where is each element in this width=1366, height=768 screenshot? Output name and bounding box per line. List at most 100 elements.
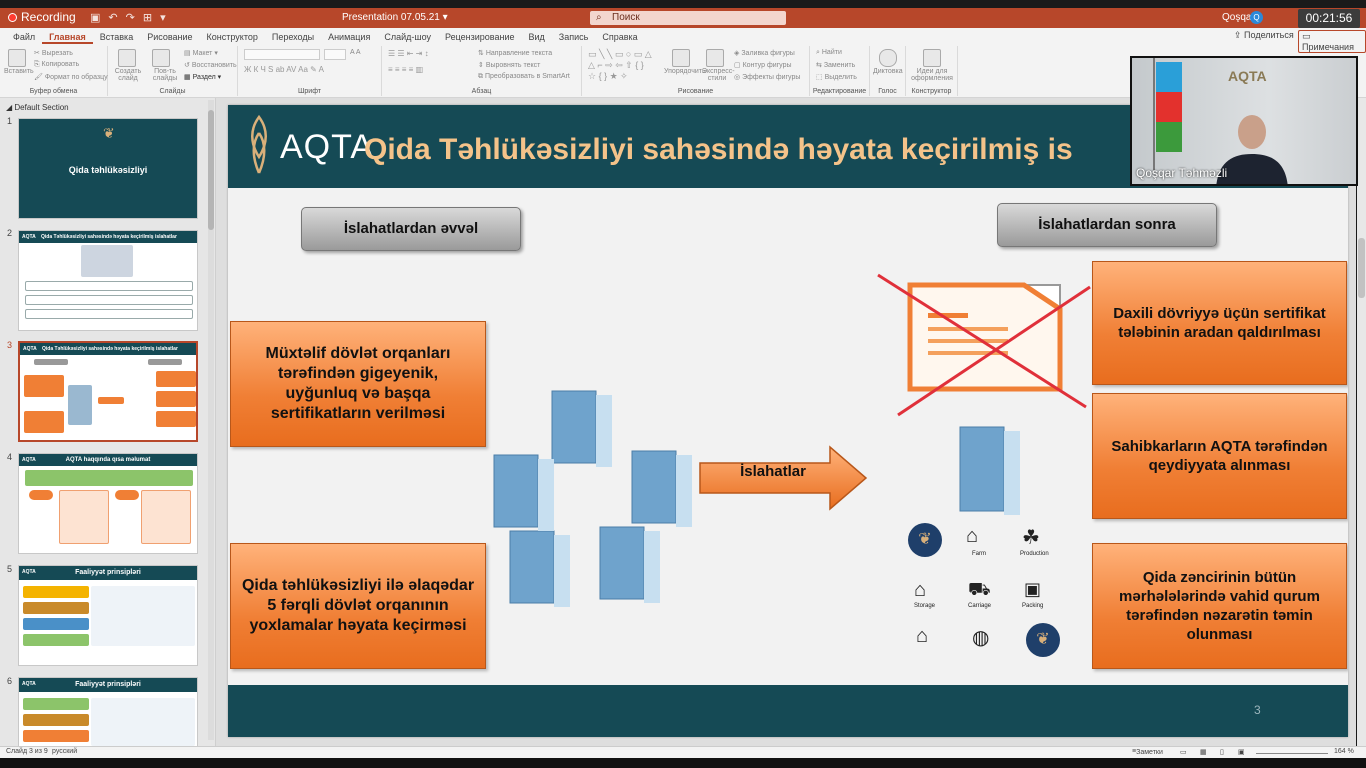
before-box-inspections[interactable]: Qida təhlükəsizliyi ilə əlaqədar 5 fərql… xyxy=(230,543,486,669)
notes-toggle[interactable]: ≡ Заметки xyxy=(1132,748,1163,756)
shape-effects-button[interactable]: ◎ Эффекты фигуры xyxy=(734,73,800,81)
text-direction-button[interactable]: ⇅ Направление текста xyxy=(478,49,552,57)
slide-thumbnail-3[interactable]: Qida Təhlükəsizliyi sahəsində həyata keç… xyxy=(18,341,198,442)
slide-title[interactable]: Qida Təhlükəsizliyi sahəsində həyata keç… xyxy=(364,133,1073,167)
slide-thumbnail-6[interactable]: Faaliyyət prinsipləri AQTA xyxy=(18,677,198,746)
after-reforms-label[interactable]: İslahatlardan sonra xyxy=(997,203,1217,247)
share-button[interactable]: ⇪ Поделиться xyxy=(1234,30,1294,41)
thumb-number: 3 xyxy=(7,340,13,350)
zoom-level[interactable]: 164 % xyxy=(1334,748,1354,755)
quick-access-toolbar: ▣ ↶ ↷ ⊞ ▾ xyxy=(90,11,166,24)
after-box-certificate-removal[interactable]: Daxili dövriyyə üçün sertifikat tələbini… xyxy=(1092,261,1347,385)
before-reforms-label[interactable]: İslahatlardan əvvəl xyxy=(301,207,521,251)
canvas-scrollbar[interactable] xyxy=(1357,98,1366,746)
aqta-logo: AQTA xyxy=(246,113,374,181)
avatar[interactable]: Q xyxy=(1250,11,1263,24)
undo-icon[interactable]: ↶ xyxy=(108,11,117,24)
slide-thumbnail-2[interactable]: Qida Təhlükəsizliyi sahəsində həyata keç… xyxy=(18,230,198,331)
thumb-text-block xyxy=(91,586,195,646)
aqta-circle-icon: ❦ xyxy=(908,523,942,557)
tab-draw[interactable]: Рисование xyxy=(140,30,199,44)
present-icon[interactable]: ⊞ xyxy=(143,11,152,24)
design-ideas-icon[interactable] xyxy=(923,49,941,67)
font-name-select[interactable] xyxy=(244,49,320,60)
save-icon[interactable]: ▣ xyxy=(90,11,100,24)
section-button[interactable]: ▦ Раздел ▾ xyxy=(184,73,221,81)
align-text-button[interactable]: ⇕ Выровнять текст xyxy=(478,61,540,69)
slide-thumbnail-1[interactable]: ❦ Qida təhlükəsizliyi xyxy=(18,118,198,219)
reuse-slides-button[interactable]: Пов-ть слайды xyxy=(148,68,182,82)
font-size-select[interactable] xyxy=(324,49,346,60)
thumb-row xyxy=(23,618,89,630)
section-header[interactable]: ◢ Default Section xyxy=(6,103,69,112)
normal-view-icon[interactable]: ▭ xyxy=(1180,748,1187,756)
thumb-text-row xyxy=(25,281,193,291)
tab-slideshow[interactable]: Слайд-шоу xyxy=(377,30,438,44)
layout-button[interactable]: ▤ Макет ▾ xyxy=(184,49,218,57)
tab-help[interactable]: Справка xyxy=(595,30,644,44)
arrange-button[interactable]: Упорядочить xyxy=(664,68,706,75)
language-indicator[interactable]: русский xyxy=(52,748,77,755)
slide-thumbnail-4[interactable]: AQTA haqqında qısa məlumat AQTA xyxy=(18,453,198,554)
search-input[interactable]: ⌕ Поиск xyxy=(590,11,786,25)
zoom-slider[interactable] xyxy=(1256,753,1328,754)
copy-button[interactable]: ⎘ Копировать xyxy=(34,61,79,69)
paste-button[interactable]: Вставить xyxy=(4,68,34,75)
tab-insert[interactable]: Вставка xyxy=(93,30,140,44)
reforms-arrow[interactable]: İslahatlar xyxy=(698,445,868,511)
slide[interactable]: AQTA Qida Təhlükəsizliyi sahəsində həyat… xyxy=(228,105,1348,737)
shape-outline-button[interactable]: ▢ Контур фигуры xyxy=(734,61,792,69)
tab-transitions[interactable]: Переходы xyxy=(265,30,321,44)
paste-icon[interactable] xyxy=(8,49,26,67)
tab-animations[interactable]: Анимация xyxy=(321,30,377,44)
replace-button[interactable]: ⇆ Заменить xyxy=(816,61,855,69)
tab-design[interactable]: Конструктор xyxy=(200,30,265,44)
dictate-button[interactable]: Диктовка xyxy=(873,68,903,75)
scrollbar-thumb[interactable] xyxy=(1358,238,1365,298)
tab-file[interactable]: Файл xyxy=(6,30,42,44)
thumb-arrow xyxy=(98,397,124,404)
presenter-video: AQTA Qoşqar Təhməzli xyxy=(1130,56,1358,186)
before-box-certificates[interactable]: Müxtəlif dövlət orqanları tərəfindən gig… xyxy=(230,321,486,447)
cut-button[interactable]: ✂ Вырезать xyxy=(34,49,73,57)
reading-view-icon[interactable]: ▯ xyxy=(1220,748,1224,756)
after-box-registration[interactable]: Sahibkarların AQTA tərəfindən qeydiyyata… xyxy=(1092,393,1347,519)
tab-review[interactable]: Рецензирование xyxy=(438,30,522,44)
scrollbar-thumb[interactable] xyxy=(208,110,214,230)
customize-icon[interactable]: ▾ xyxy=(160,11,166,24)
reset-button[interactable]: ↺ Восстановить xyxy=(184,61,237,69)
thumb-text-row xyxy=(25,309,193,319)
reforms-arrow-label: İslahatlar xyxy=(740,463,806,480)
slide-sorter-icon[interactable]: ▦ xyxy=(1200,748,1207,756)
new-slide-icon[interactable] xyxy=(118,49,136,67)
thumbnail-scrollbar[interactable] xyxy=(208,100,214,740)
shape-fill-button[interactable]: ◈ Заливка фигуры xyxy=(734,49,795,57)
list-buttons[interactable]: ☰ ☰ ⇤ ⇥ ↕ xyxy=(388,49,429,58)
reuse-slides-icon[interactable] xyxy=(152,49,170,67)
tab-home[interactable]: Главная xyxy=(42,30,93,44)
microphone-icon[interactable] xyxy=(879,49,897,67)
designer-group: Идеи для оформления Конструктор xyxy=(906,46,958,96)
align-buttons[interactable]: ≡ ≡ ≡ ≡ ▥ xyxy=(388,65,423,74)
new-slide-button[interactable]: Создать слайд xyxy=(113,68,143,82)
quick-styles-button[interactable]: Экспресс-стили xyxy=(702,68,735,82)
grow-font-icon[interactable]: A A xyxy=(350,49,361,56)
select-button[interactable]: ⬚ Выделить xyxy=(816,73,857,81)
tab-view[interactable]: Вид xyxy=(522,30,552,44)
font-format-buttons[interactable]: Ж К Ч S ab AV Aa ✎ A xyxy=(244,65,324,74)
document-title[interactable]: Presentation 07.05.21 ▾ xyxy=(342,12,448,23)
arrange-icon[interactable] xyxy=(672,49,690,67)
quick-styles-icon[interactable] xyxy=(706,49,724,67)
aqta-circle-icon: ❦ xyxy=(1026,623,1060,657)
slideshow-icon[interactable]: ▣ xyxy=(1238,748,1245,756)
after-box-single-control[interactable]: Qida zəncirinin bütün mərhələlərində vah… xyxy=(1092,543,1347,669)
smartart-button[interactable]: ⧉ Преобразовать в SmartArt xyxy=(478,73,570,81)
tab-record[interactable]: Запись xyxy=(552,30,596,44)
design-ideas-button[interactable]: Идеи для оформления xyxy=(910,68,954,82)
slide-thumbnail-5[interactable]: Faaliyyət prinsipləri AQTA xyxy=(18,565,198,666)
find-button[interactable]: ⌕ Найти xyxy=(816,49,842,57)
redo-icon[interactable]: ↷ xyxy=(126,11,135,24)
shapes-gallery[interactable]: ▭ ╲ ╲ ▭ ○ ▭ △ △ ⌐ ⇨ ⇦ ⇧ { } ☆ { } ★ ✧ xyxy=(588,49,652,82)
slide-counter: Слайд 3 из 9 xyxy=(6,748,48,755)
format-painter-button[interactable]: 🖌 Формат по образцу xyxy=(34,73,108,81)
